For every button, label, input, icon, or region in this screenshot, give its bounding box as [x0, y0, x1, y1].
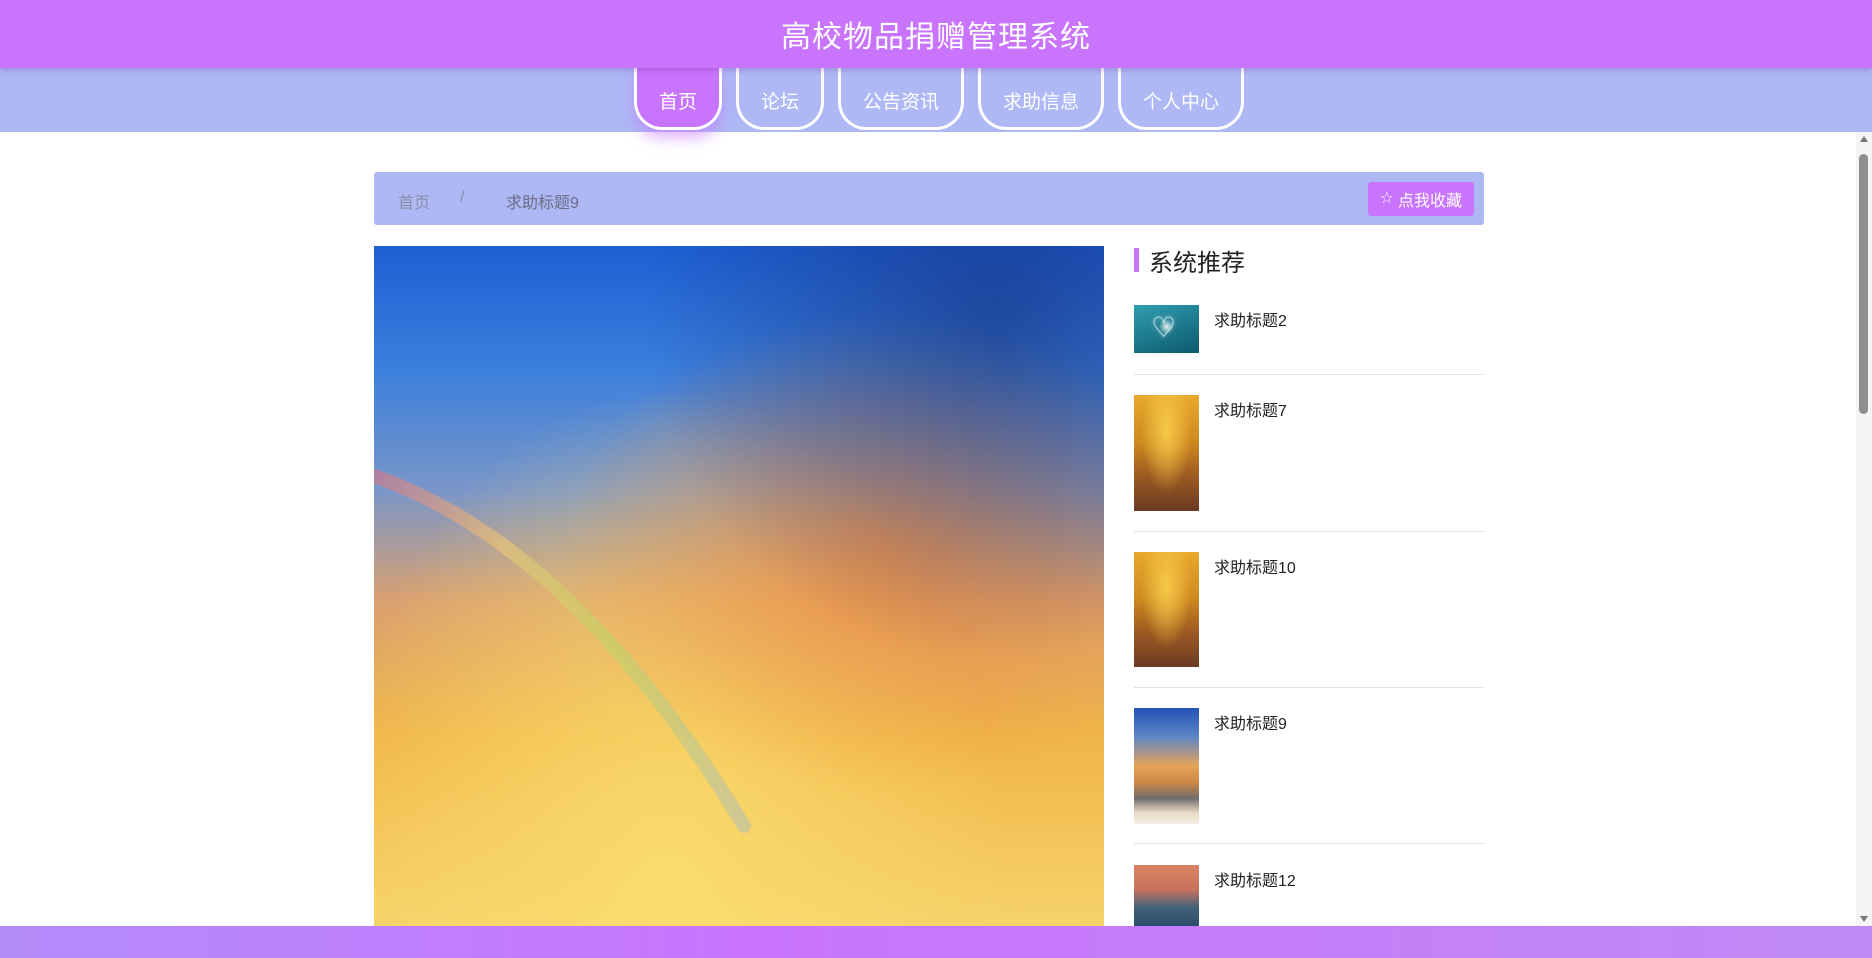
recommend-title[interactable]: 求助标题12 [1214, 867, 1296, 891]
breadcrumb-separator: / [460, 189, 465, 206]
site-title: 高校物品捐赠管理系统 [781, 21, 1091, 54]
recommend-thumbnail[interactable] [1134, 395, 1199, 511]
rainbow-graphic [374, 469, 751, 833]
detail-main-image [374, 246, 1104, 926]
recommend-thumbnail[interactable] [1134, 552, 1199, 667]
recommend-item[interactable]: ♡ 求助标题2 [1134, 305, 1484, 375]
star-outline-icon: ☆ [1379, 190, 1394, 207]
sidebar-title: 系统推荐 [1134, 246, 1245, 277]
page-scrollbar[interactable] [1856, 132, 1872, 926]
scroll-up-arrow-icon[interactable] [1860, 136, 1868, 142]
recommend-thumbnail[interactable]: ♡ [1134, 305, 1199, 353]
nav-item-forum[interactable]: 论坛 [735, 68, 824, 130]
recommend-item[interactable]: 求助标题10 [1134, 552, 1484, 688]
scroll-down-arrow-icon[interactable] [1860, 916, 1868, 922]
scrollbar-thumb[interactable] [1859, 154, 1868, 414]
main-nav: 首页 论坛 公告资讯 求助信息 个人中心 [0, 68, 1872, 132]
breadcrumb: 首页 / 求助标题9 ☆ 点我收藏 [374, 172, 1484, 225]
nav-item-announcements[interactable]: 公告资讯 [837, 68, 964, 130]
recommend-title[interactable]: 求助标题2 [1214, 307, 1287, 331]
recommend-item[interactable]: 求助标题12 [1134, 865, 1484, 926]
recommend-title[interactable]: 求助标题7 [1214, 397, 1287, 421]
recommend-title[interactable]: 求助标题9 [1214, 710, 1287, 734]
recommend-item[interactable]: 求助标题7 [1134, 395, 1484, 532]
recommend-item[interactable]: 求助标题9 [1134, 708, 1484, 844]
heart-icon: ♡ [1151, 312, 1177, 343]
breadcrumb-home-link[interactable]: 首页 [398, 189, 430, 213]
header-bar: 高校物品捐赠管理系统 [0, 0, 1872, 68]
collect-button-label: 点我收藏 [1397, 193, 1462, 210]
sidebar-title-text: 系统推荐 [1149, 249, 1245, 277]
breadcrumb-current: 求助标题9 [506, 195, 579, 212]
recommend-title[interactable]: 求助标题10 [1214, 554, 1296, 578]
recommend-thumbnail[interactable] [1134, 865, 1199, 926]
nav-item-personal-center[interactable]: 个人中心 [1118, 68, 1245, 130]
nav-item-home[interactable]: 首页 [633, 68, 722, 130]
sidebar-title-accent [1134, 248, 1139, 272]
footer-bar [0, 926, 1872, 958]
nav-list: 首页 论坛 公告资讯 求助信息 个人中心 [0, 68, 1872, 132]
recommend-thumbnail[interactable] [1134, 708, 1199, 824]
collect-button[interactable]: ☆ 点我收藏 [1367, 182, 1474, 216]
nav-item-help-requests[interactable]: 求助信息 [978, 68, 1105, 130]
